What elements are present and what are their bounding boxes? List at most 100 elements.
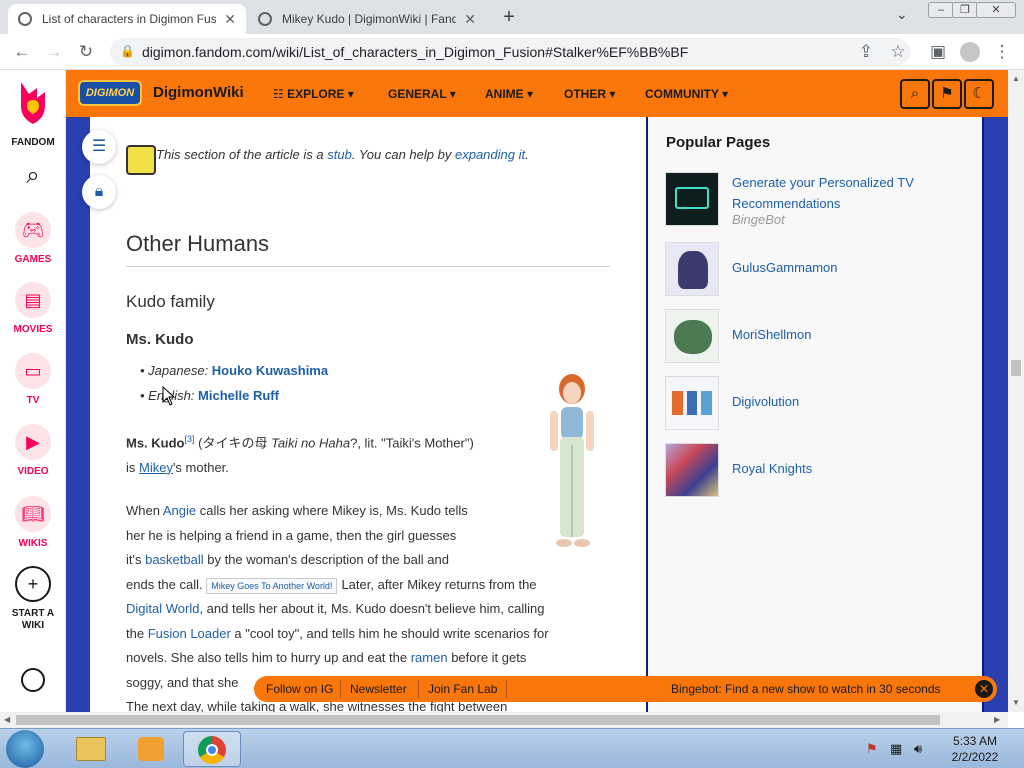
rail-games[interactable]: 🎮︎ GAMES	[0, 212, 66, 265]
popular-page-item[interactable]: MoriShellmon	[665, 309, 965, 365]
scroll-up-arrow-icon[interactable]: ▲	[1012, 74, 1020, 83]
back-arrow-icon[interactable]: ←	[10, 40, 34, 64]
side-panel-icon[interactable]: ▣	[926, 40, 950, 64]
nav-other[interactable]: OTHER ▾	[564, 87, 615, 101]
tab-search-chevron-icon[interactable]: ⌄	[896, 6, 908, 23]
close-tab-icon[interactable]: ✕	[224, 11, 236, 28]
basketball-link[interactable]: basketball	[145, 552, 204, 567]
new-tab-button[interactable]: +	[498, 6, 520, 29]
close-tab-icon[interactable]: ✕	[464, 11, 476, 28]
fandom-logo[interactable]: FANDOM	[0, 78, 66, 148]
character-heading: Ms. Kudo	[126, 331, 194, 348]
scroll-down-arrow-icon[interactable]: ▼	[1012, 698, 1020, 707]
toc-list-icon[interactable]: ☰	[82, 130, 116, 164]
user-account-button[interactable]	[0, 668, 66, 692]
popular-pages-title: Popular Pages	[666, 134, 771, 151]
fandom-global-nav: FANDOM ⌕ 🎮︎ GAMES ▤ MOVIES ▭ TV ▶ VIDEO …	[0, 70, 66, 712]
profile-avatar[interactable]	[960, 42, 980, 62]
menu-kebab-icon[interactable]: ⋮	[990, 40, 1014, 64]
user-icon	[21, 668, 45, 692]
rail-start-a-wiki[interactable]: + START A WIKI	[0, 566, 66, 632]
section-heading: Other Humans	[126, 231, 270, 256]
tab-strip: List of characters in Digimon Fus ✕ Mike…	[0, 0, 1024, 34]
media-player-task[interactable]	[122, 731, 180, 767]
popular-page-name: Generate your Personalized TV Recommenda…	[732, 175, 914, 211]
play-icon: ▶	[15, 424, 51, 460]
rail-wikis[interactable]: 📖︎ WIKIS	[0, 496, 66, 549]
royal-knights-thumbnail	[665, 443, 719, 497]
bingebot-promo-link[interactable]: Bingebot: Find a new show to watch in 30…	[671, 682, 941, 696]
volume-icon[interactable]: 🔊︎	[914, 741, 922, 757]
english-va-link[interactable]: Michelle Ruff	[198, 388, 279, 403]
tab-characters[interactable]: List of characters in Digimon Fus ✕	[8, 4, 246, 34]
bookmark-star-icon[interactable]: ☆	[886, 40, 910, 64]
forward-arrow-icon[interactable]: →	[42, 40, 66, 64]
scrollbar-thumb[interactable]	[16, 715, 940, 725]
dark-mode-icon[interactable]: ☾	[964, 79, 994, 109]
discussions-icon[interactable]: ⚑	[932, 79, 962, 109]
popular-page-item[interactable]: Royal Knights	[665, 443, 965, 499]
network-icon[interactable]: ▦	[890, 741, 902, 757]
follow-ig-link[interactable]: Follow on IG	[266, 682, 333, 696]
scroll-right-arrow-icon[interactable]: ▶	[994, 715, 1000, 724]
nav-anime[interactable]: ANIME ▾	[485, 87, 533, 101]
chrome-task[interactable]	[183, 731, 241, 767]
scroll-left-arrow-icon[interactable]: ◀	[4, 715, 10, 724]
popular-page-item[interactable]: Generate your Personalized TV Recommenda…	[665, 172, 965, 228]
reload-icon[interactable]: ↻	[74, 40, 98, 64]
maximize-button[interactable]: ❐	[952, 2, 978, 18]
clock-date: 2/2/2022	[951, 750, 999, 764]
fusion-loader-link[interactable]: Fusion Loader	[148, 626, 231, 641]
network-warning-icon[interactable]: ⚑	[866, 741, 878, 757]
start-button[interactable]	[6, 730, 44, 768]
search-button[interactable]: ⌕	[0, 162, 66, 190]
wiki-search-icon[interactable]: ⌕	[900, 79, 930, 109]
lock-icon: 🔒	[120, 44, 135, 58]
stub-notice: This section of the article is a stub. Y…	[156, 147, 529, 162]
japanese-va-link[interactable]: Houko Kuwashima	[212, 363, 328, 378]
rail-video[interactable]: ▶ VIDEO	[0, 424, 66, 477]
lock-edit-icon[interactable]: 🔒︎	[82, 175, 116, 209]
popular-page-item[interactable]: GulusGammamon	[665, 242, 965, 298]
close-window-button[interactable]: ✕	[976, 2, 1016, 18]
nav-general[interactable]: GENERAL ▾	[388, 87, 456, 101]
newsletter-link[interactable]: Newsletter	[350, 682, 407, 696]
stub-link[interactable]: stub	[327, 147, 352, 162]
ms-kudo-image[interactable]	[536, 371, 608, 551]
tab-title: Mikey Kudo | DigimonWiki | Fand	[282, 12, 457, 26]
ramen-link[interactable]: ramen	[411, 650, 448, 665]
tab-mikey-kudo[interactable]: Mikey Kudo | DigimonWiki | Fand ✕	[248, 4, 486, 34]
plus-icon: +	[15, 566, 51, 602]
search-icon: ⌕	[26, 162, 40, 189]
share-icon[interactable]: ⇪	[854, 40, 878, 64]
digital-world-link[interactable]: Digital World	[126, 601, 199, 616]
stub-digimon-icon	[126, 145, 156, 175]
divider	[506, 680, 507, 698]
digimon-logo[interactable]: DIGIMON	[78, 80, 142, 106]
mikey-link[interactable]: Mikey	[139, 460, 173, 475]
episode-chip[interactable]: Mikey Goes To Another World!	[206, 577, 338, 594]
explorer-task[interactable]	[62, 731, 120, 767]
join-fan-lab-link[interactable]: Join Fan Lab	[428, 682, 497, 696]
rail-tv[interactable]: ▭ TV	[0, 353, 66, 406]
rail-movies[interactable]: ▤ MOVIES	[0, 282, 66, 335]
scrollbar-thumb[interactable]	[1011, 360, 1021, 376]
close-icon[interactable]: ✕	[975, 680, 993, 698]
system-clock[interactable]: 5:33 AM 2/2/2022	[940, 733, 1010, 765]
wiki-name[interactable]: DigimonWiki	[153, 84, 244, 101]
popular-page-item[interactable]: Digivolution	[665, 376, 965, 432]
intro-paragraph: Ms. Kudo[3] (タイキの母 Taiki no Haha?, lit. …	[126, 434, 474, 475]
nav-explore[interactable]: ☷ EXPLORE ▾	[273, 87, 354, 101]
nav-community[interactable]: COMMUNITY ▾	[645, 87, 728, 101]
article-content: This section of the article is a stub. Y…	[90, 117, 646, 712]
fandom-label: FANDOM	[11, 137, 55, 148]
vertical-scrollbar[interactable]: ▲ ▼	[1008, 70, 1024, 712]
horizontal-scrollbar[interactable]: ◀ ▶	[0, 712, 1008, 728]
expanding-link[interactable]: expanding it	[455, 147, 525, 162]
angie-link[interactable]: Angie	[163, 503, 196, 518]
minimize-button[interactable]: –	[928, 2, 954, 18]
reference-link[interactable]: [3]	[185, 434, 195, 444]
list-item: • Japanese: Houko Kuwashima	[140, 363, 329, 378]
address-bar[interactable]: 🔒 digimon.fandom.com/wiki/List_of_charac…	[110, 38, 910, 66]
popular-page-name: MoriShellmon	[732, 327, 812, 342]
